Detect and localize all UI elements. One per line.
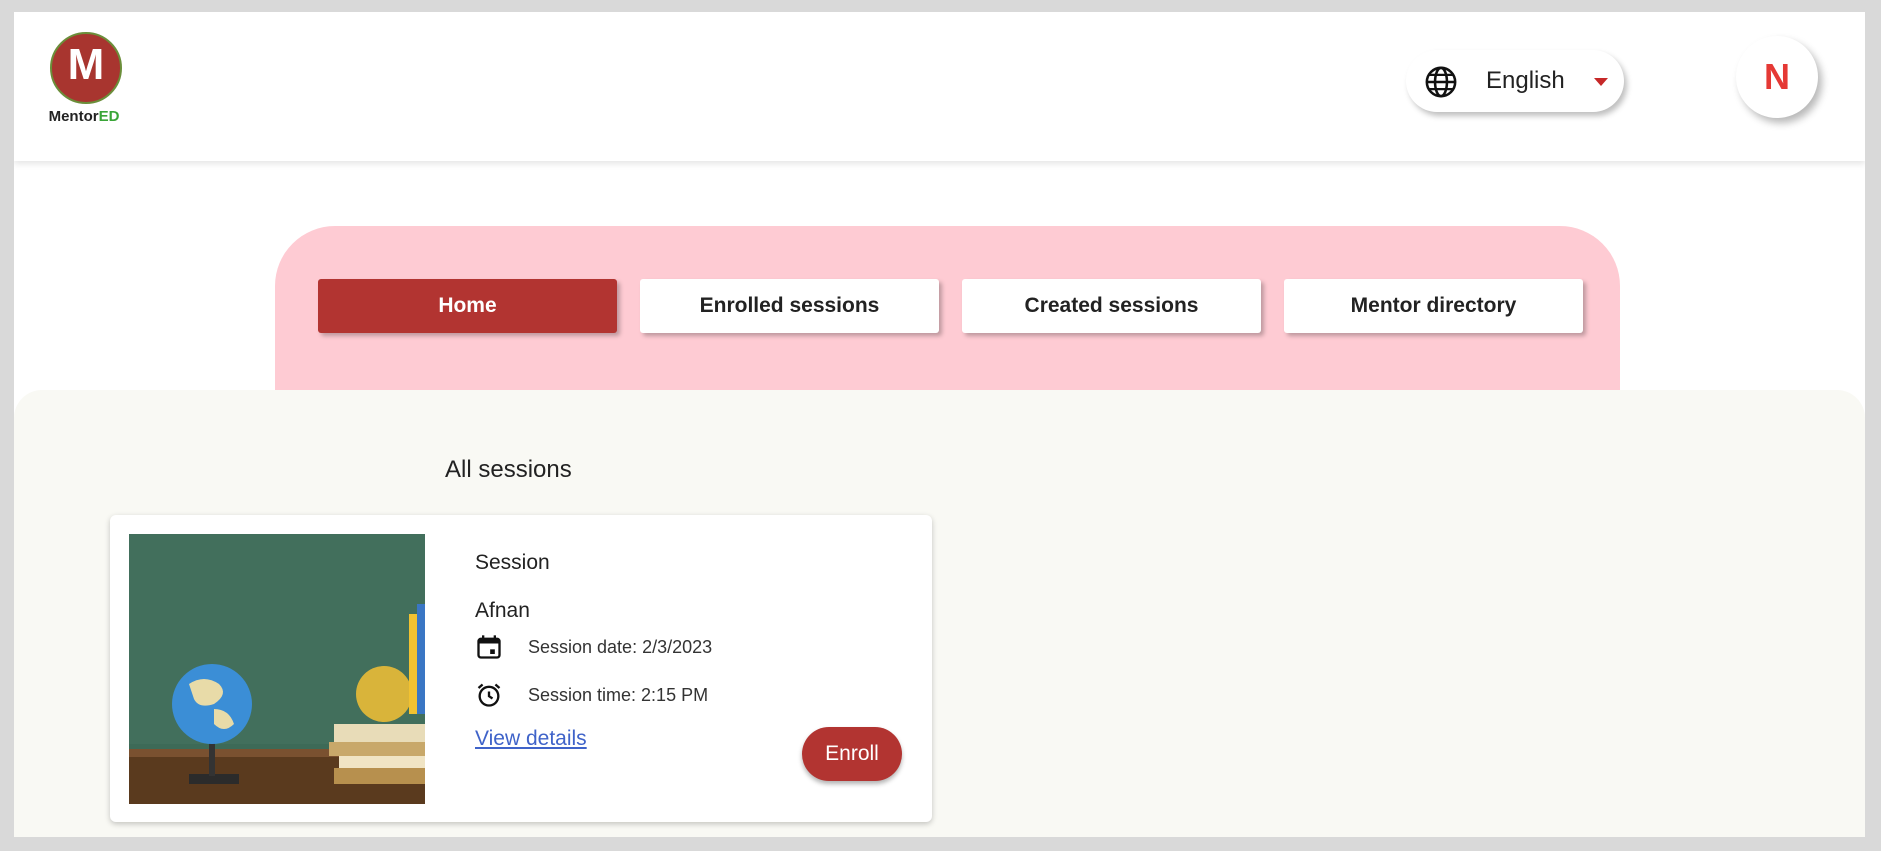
logo-letter: M [67, 40, 105, 89]
logo-text-ed: ED [98, 108, 120, 125]
logo-text-mentor: Mentor [48, 108, 99, 125]
alarm-clock-icon [477, 683, 501, 707]
logo-emblem: M [50, 32, 122, 104]
session-mentor: Afnan [475, 599, 530, 622]
session-time: Session time: 2:15 PM [528, 685, 709, 705]
caret-down-icon [1594, 78, 1608, 86]
session-image [129, 534, 425, 804]
language-label: English [1486, 67, 1565, 94]
session-date: Session date: 2/3/2023 [528, 637, 713, 657]
session-illustration [129, 534, 425, 804]
section-title: All sessions [445, 456, 572, 483]
calendar-icon [477, 635, 501, 659]
tab-mentor-directory[interactable]: Mentor directory [1284, 279, 1583, 333]
globe-icon [1425, 66, 1457, 98]
session-title: Session [475, 551, 550, 574]
app-frame: M MentorED English N Home Enrolled sessi… [14, 12, 1865, 837]
view-details-link[interactable]: View details [475, 727, 587, 751]
enroll-button[interactable]: Enroll [802, 727, 902, 781]
tab-created-sessions[interactable]: Created sessions [962, 279, 1261, 333]
tab-home[interactable]: Home [318, 279, 617, 333]
language-selector[interactable]: English [1406, 50, 1624, 112]
session-card: Session Afnan Session date: 2/3/2023 Ses… [110, 515, 932, 822]
profile-avatar[interactable]: N [1736, 36, 1818, 118]
logo-wordmark: MentorED [36, 108, 132, 125]
mentored-logo[interactable]: M MentorED [36, 32, 132, 142]
tab-enrolled-sessions[interactable]: Enrolled sessions [640, 279, 939, 333]
top-header: M MentorED English N [14, 12, 1865, 161]
